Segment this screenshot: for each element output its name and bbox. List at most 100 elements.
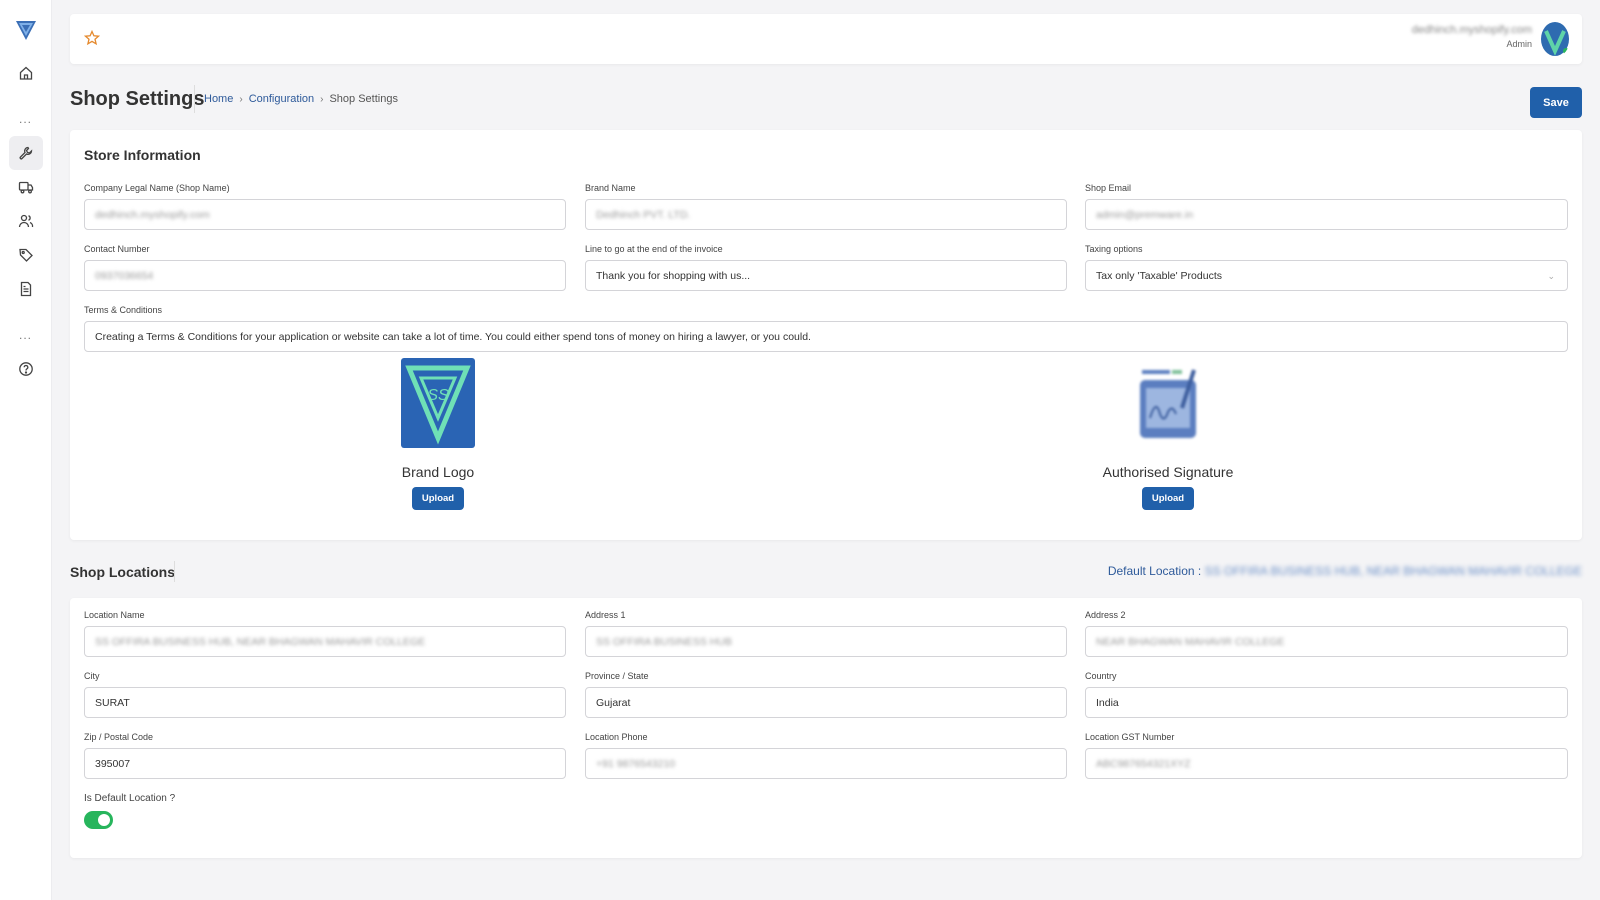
brand-name-label: Brand Name <box>585 183 636 193</box>
app-logo[interactable] <box>14 18 38 42</box>
default-location-value: SS OFFIRA BUSINESS HUB, NEAR BHAGWAN MAH… <box>1204 564 1582 578</box>
gst-number-input[interactable]: ABC987654321XYZ <box>1085 748 1568 779</box>
shop-email-input[interactable]: admin@premware.in <box>1085 199 1568 230</box>
invoice-line-label: Line to go at the end of the invoice <box>585 244 723 254</box>
save-button[interactable]: Save <box>1530 87 1582 118</box>
sidebar-item-configuration[interactable] <box>8 136 43 170</box>
contact-number-input[interactable]: 0937036654 <box>84 260 566 291</box>
truck-icon <box>18 181 33 194</box>
state-input[interactable]: Gujarat <box>585 687 1067 718</box>
country-value: India <box>1096 696 1119 709</box>
zip-value: 395007 <box>95 757 131 770</box>
country-field: Country India <box>1085 671 1568 718</box>
company-name-value: dedhinch.myshopify.com <box>95 208 210 221</box>
city-field: City SURAT <box>84 671 566 718</box>
location-name-input[interactable]: SS OFFIRA BUSINESS HUB, NEAR BHAGWAN MAH… <box>84 626 566 657</box>
location-phone-input[interactable]: +91 9876543210 <box>585 748 1067 779</box>
tag-icon <box>18 248 33 262</box>
terms-label: Terms & Conditions <box>84 305 163 315</box>
sidebar-item-help[interactable] <box>9 352 43 386</box>
toggle-knob <box>98 814 110 826</box>
signature-image <box>1140 369 1196 438</box>
invoice-line-input[interactable]: Thank you for shopping with us... <box>585 260 1067 291</box>
sidebar-item-home[interactable] <box>9 56 43 90</box>
page-title: Shop Settings <box>70 88 205 110</box>
state-label: Province / State <box>585 671 649 681</box>
brand-name-input[interactable]: Dedhinch PVT. LTD. <box>585 199 1067 230</box>
contact-number-label: Contact Number <box>84 244 150 254</box>
is-default-label: Is Default Location ? <box>84 793 176 804</box>
star-icon[interactable] <box>84 30 100 46</box>
gst-number-value: ABC987654321XYZ <box>1096 757 1191 770</box>
location-name-field: Location Name SS OFFIRA BUSINESS HUB, NE… <box>84 610 566 657</box>
zip-label: Zip / Postal Code <box>84 732 154 742</box>
gst-number-field: Location GST Number ABC987654321XYZ <box>1085 732 1568 779</box>
user-email: dedhinch.myshopify.com <box>1411 24 1532 36</box>
user-info[interactable]: dedhinch.myshopify.com Admin <box>1412 24 1532 49</box>
gst-number-label: Location GST Number <box>1085 732 1175 742</box>
city-input[interactable]: SURAT <box>84 687 566 718</box>
shop-locations-title: Shop Locations <box>70 564 175 580</box>
brand-logo-image: SS <box>401 358 475 448</box>
terms-input[interactable]: Creating a Terms & Conditions for your a… <box>84 321 1568 352</box>
brand-logo-label: Brand Logo <box>401 464 475 480</box>
sidebar-more-bottom[interactable]: ... <box>19 318 32 352</box>
state-field: Province / State Gujarat <box>585 671 1067 718</box>
zip-input[interactable]: 395007 <box>84 748 566 779</box>
title-divider <box>194 85 195 113</box>
sidebar-more-top[interactable]: ... <box>19 102 32 136</box>
shop-email-label: Shop Email <box>1085 183 1132 193</box>
address1-input[interactable]: SS OFFIRA BUSINESS HUB <box>585 626 1067 657</box>
shop-email-value: admin@premware.in <box>1096 208 1194 221</box>
store-information-title: Store Information <box>84 147 201 163</box>
sidebar: ... ... <box>0 0 52 900</box>
brand-logo-upload-button[interactable]: Upload <box>412 487 464 510</box>
avatar[interactable] <box>1540 21 1570 57</box>
taxing-options-select[interactable]: Tax only 'Taxable' Products ⌄ <box>1085 260 1568 291</box>
shop-email-field: Shop Email admin@premware.in <box>1085 183 1568 230</box>
default-location: Default Location : SS OFFIRA BUSINESS HU… <box>1108 564 1582 578</box>
city-value: SURAT <box>95 696 130 709</box>
wrench-icon <box>19 146 32 160</box>
sidebar-item-shipping[interactable] <box>9 170 43 204</box>
invoice-line-field: Line to go at the end of the invoice Tha… <box>585 244 1067 291</box>
state-value: Gujarat <box>596 696 631 709</box>
address2-field: Address 2 NEAR BHAGWAN MAHAVIR COLLEGE <box>1085 610 1568 657</box>
country-input[interactable]: India <box>1085 687 1568 718</box>
location-name-label: Location Name <box>84 610 145 620</box>
signature-label: Authorised Signature <box>1102 464 1234 480</box>
sidebar-item-products[interactable] <box>9 238 43 272</box>
default-location-label: Default Location : <box>1107 564 1202 578</box>
sidebar-item-invoices[interactable] <box>9 272 43 306</box>
location-name-value: SS OFFIRA BUSINESS HUB, NEAR BHAGWAN MAH… <box>95 635 426 648</box>
company-name-field: Company Legal Name (Shop Name) dedhinch.… <box>84 183 566 230</box>
shop-location-card: Location Name SS OFFIRA BUSINESS HUB, NE… <box>70 598 1582 858</box>
users-icon <box>18 214 33 228</box>
chevron-right-icon: › <box>320 93 324 105</box>
chevron-right-icon: › <box>239 93 243 105</box>
document-icon <box>20 281 31 297</box>
taxing-options-value: Tax only 'Taxable' Products <box>1096 269 1222 282</box>
company-name-input[interactable]: dedhinch.myshopify.com <box>84 199 566 230</box>
location-phone-value: +91 9876543210 <box>596 757 676 770</box>
user-role: Admin <box>1506 39 1532 49</box>
city-label: City <box>84 671 100 681</box>
store-information-card: Store Information Company Legal Name (Sh… <box>70 130 1582 540</box>
top-header: dedhinch.myshopify.com Admin <box>70 14 1582 64</box>
breadcrumb-configuration[interactable]: Configuration <box>249 93 314 105</box>
locations-title-divider <box>174 561 175 582</box>
contact-number-value: 0937036654 <box>95 269 154 282</box>
invoice-line-value: Thank you for shopping with us... <box>596 269 751 282</box>
breadcrumb-current: Shop Settings <box>329 93 398 105</box>
address2-input[interactable]: NEAR BHAGWAN MAHAVIR COLLEGE <box>1085 626 1568 657</box>
sidebar-item-customers[interactable] <box>9 204 43 238</box>
brand-logo-block: SS Brand Logo Upload <box>388 358 488 510</box>
country-label: Country <box>1085 671 1117 681</box>
is-default-toggle[interactable] <box>84 811 113 829</box>
address2-value: NEAR BHAGWAN MAHAVIR COLLEGE <box>1096 635 1285 648</box>
breadcrumb-home[interactable]: Home <box>204 93 233 105</box>
signature-upload-button[interactable]: Upload <box>1142 487 1194 510</box>
zip-field: Zip / Postal Code 395007 <box>84 732 566 779</box>
address1-value: SS OFFIRA BUSINESS HUB <box>596 635 732 648</box>
contact-number-field: Contact Number 0937036654 <box>84 244 566 291</box>
